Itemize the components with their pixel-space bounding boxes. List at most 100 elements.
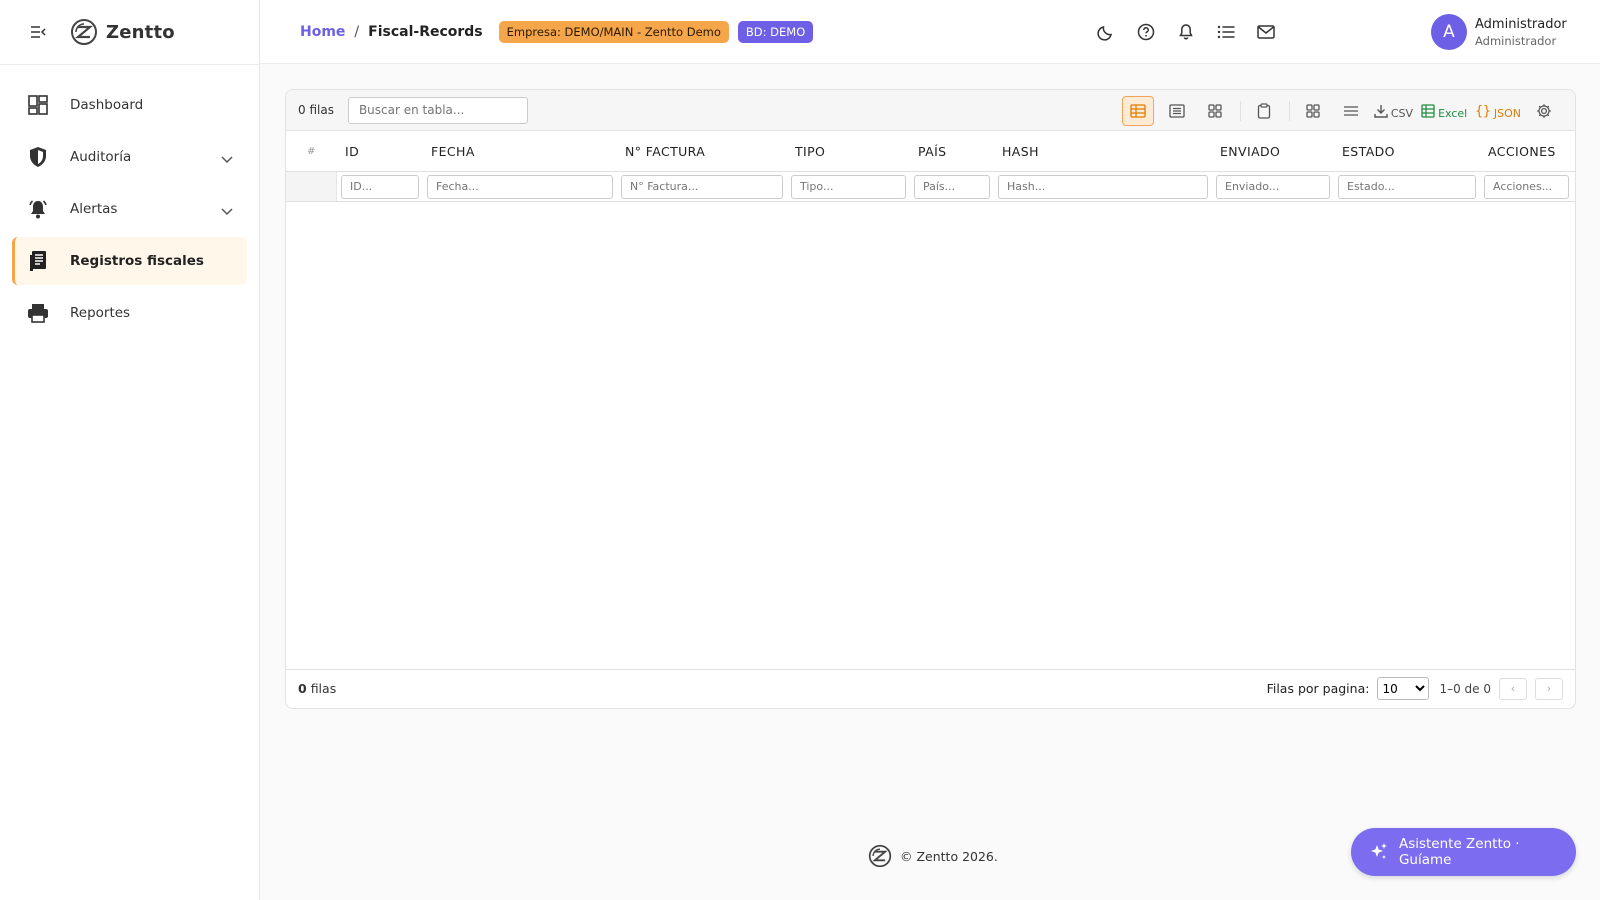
sidebar-item-label: Alertas bbox=[70, 201, 118, 217]
printer-icon bbox=[26, 301, 50, 325]
footer-rows-count: 0 filas bbox=[298, 681, 336, 696]
excel-label: Excel bbox=[1438, 106, 1468, 120]
column-header-tipo[interactable]: TIPO bbox=[787, 144, 910, 159]
sidebar-item-dashboard[interactable]: Dashboard bbox=[12, 81, 247, 129]
filter-id-input[interactable] bbox=[341, 174, 419, 199]
export-excel-button[interactable]: Excel bbox=[1421, 96, 1467, 126]
next-page-button[interactable]: › bbox=[1535, 677, 1563, 700]
column-header-acciones[interactable]: ACCIONES bbox=[1480, 144, 1575, 159]
footer-count-suffix: filas bbox=[310, 681, 337, 696]
grid-toolbar: 0 filas CSV bbox=[286, 90, 1575, 131]
previous-page-button[interactable]: ‹ bbox=[1499, 677, 1527, 700]
column-header-hash[interactable]: HASH bbox=[994, 144, 1212, 159]
zentto-logo-icon bbox=[868, 844, 892, 868]
clipboard-icon bbox=[1257, 103, 1271, 119]
card-view-button[interactable] bbox=[1200, 96, 1230, 126]
toolbar-divider bbox=[1288, 101, 1290, 121]
sidebar-item-label: Auditoría bbox=[70, 149, 132, 165]
json-label: JSON bbox=[1493, 106, 1521, 120]
search-input[interactable] bbox=[347, 96, 528, 124]
copyright-text: © Zentto 2026. bbox=[900, 848, 998, 864]
density-button[interactable] bbox=[1336, 96, 1366, 126]
spreadsheet-icon bbox=[1421, 104, 1435, 118]
help-icon[interactable] bbox=[1134, 20, 1158, 44]
filter-acciones-input[interactable] bbox=[1484, 174, 1569, 199]
top-header: Home / Fiscal-Records Empresa: DEMO/MAIN… bbox=[260, 0, 1600, 64]
download-icon bbox=[1374, 105, 1388, 118]
user-menu[interactable]: A Administrador Administrador bbox=[1431, 14, 1567, 50]
sidebar-item-alertas[interactable]: Alertas bbox=[12, 185, 247, 233]
sidebar-header: Zentto bbox=[0, 0, 259, 65]
breadcrumb-current: Fiscal-Records bbox=[368, 23, 483, 40]
filter-row-spacer bbox=[286, 172, 337, 201]
footer-count: 0 bbox=[298, 681, 307, 696]
row-number-header: # bbox=[307, 145, 316, 157]
toolbar-divider bbox=[1239, 101, 1241, 121]
filter-pais-input[interactable] bbox=[914, 174, 990, 199]
chevron-down-icon bbox=[221, 201, 233, 220]
rows-per-page-select[interactable]: 10 bbox=[1377, 677, 1430, 700]
csv-label: CSV bbox=[1390, 106, 1414, 120]
sidebar-item-label: Reportes bbox=[70, 305, 131, 321]
assistant-button[interactable]: Asistente Zentto · Guíame bbox=[1351, 828, 1576, 876]
export-csv-button[interactable]: CSV bbox=[1374, 96, 1413, 126]
list-view-button[interactable] bbox=[1162, 96, 1192, 126]
company-badge[interactable]: Empresa: DEMO/MAIN - Zentto Demo bbox=[498, 20, 729, 43]
copy-button[interactable] bbox=[1249, 96, 1279, 126]
receipt-icon bbox=[26, 249, 50, 273]
table-view-icon bbox=[1130, 104, 1146, 118]
app-logo[interactable]: Zentto bbox=[70, 18, 175, 46]
moon-icon[interactable] bbox=[1094, 20, 1118, 44]
filter-estado-input[interactable] bbox=[1338, 174, 1476, 199]
user-role: Administrador bbox=[1475, 33, 1557, 48]
rows-count: 0 filas bbox=[298, 103, 334, 117]
zentto-logo-icon bbox=[71, 19, 97, 45]
export-json-button[interactable]: {} JSON bbox=[1475, 96, 1521, 126]
sidebar-item-label: Registros fiscales bbox=[70, 253, 204, 269]
shield-icon bbox=[26, 145, 50, 169]
sparkles-icon bbox=[1370, 843, 1387, 859]
menu-collapse-icon[interactable] bbox=[28, 22, 48, 42]
column-header-estado[interactable]: ESTADO bbox=[1334, 144, 1480, 159]
app-name: Zentto bbox=[106, 21, 175, 43]
sidebar-nav: Dashboard Auditoría Alertas Registros fi… bbox=[0, 65, 259, 337]
filter-tipo-input[interactable] bbox=[791, 174, 906, 199]
breadcrumb-separator: / bbox=[354, 23, 360, 40]
columns-grid-icon bbox=[1306, 104, 1320, 118]
list-icon[interactable] bbox=[1214, 20, 1238, 44]
grid-view-icon bbox=[1208, 104, 1222, 118]
sidebar-item-registros-fiscales[interactable]: Registros fiscales bbox=[12, 237, 247, 285]
assistant-label: Asistente Zentto · Guíame bbox=[1398, 836, 1520, 868]
toolbar-actions: CSV Excel {} JSON bbox=[1114, 96, 1559, 126]
column-header-factura[interactable]: N° FACTURA bbox=[617, 144, 787, 159]
chevron-down-icon bbox=[221, 149, 233, 168]
column-header-enviado[interactable]: ENVIADO bbox=[1212, 144, 1334, 159]
mail-icon[interactable] bbox=[1254, 20, 1278, 44]
filter-fecha-input[interactable] bbox=[427, 174, 613, 199]
density-icon bbox=[1343, 106, 1358, 116]
page-footer: © Zentto 2026. bbox=[868, 844, 998, 868]
braces-icon: {} bbox=[1475, 103, 1491, 119]
breadcrumb-home[interactable]: Home bbox=[300, 24, 345, 40]
sidebar-item-reportes[interactable]: Reportes bbox=[12, 289, 247, 337]
avatar[interactable]: A bbox=[1431, 14, 1467, 50]
column-header-fecha[interactable]: FECHA bbox=[423, 144, 617, 159]
bell-icon[interactable] bbox=[1174, 20, 1198, 44]
column-headers: # ID FECHA N° FACTURA TIPO PAÍS HASH ENV… bbox=[286, 131, 1575, 172]
filter-hash-input[interactable] bbox=[998, 174, 1208, 199]
gear-icon bbox=[1537, 104, 1551, 118]
filter-enviado-input[interactable] bbox=[1216, 174, 1330, 199]
column-header-pais[interactable]: PAÍS bbox=[910, 144, 994, 159]
list-view-icon bbox=[1169, 104, 1185, 118]
sidebar-item-auditoria[interactable]: Auditoría bbox=[12, 133, 247, 181]
table-view-button[interactable] bbox=[1121, 96, 1154, 126]
column-header-id[interactable]: ID bbox=[337, 144, 423, 159]
grid-settings-button[interactable] bbox=[1529, 96, 1559, 126]
group-columns-button[interactable] bbox=[1298, 96, 1328, 126]
database-badge[interactable]: BD: DEMO bbox=[737, 20, 814, 43]
filter-factura-input[interactable] bbox=[621, 174, 783, 199]
pagination-range: 1–0 de 0 bbox=[1439, 681, 1491, 696]
rows-per-page-label: Filas por pagina: bbox=[1266, 681, 1370, 696]
sidebar: Zentto Dashboard Auditoría Alertas Regis… bbox=[0, 0, 260, 900]
user-info: Administrador Administrador bbox=[1475, 17, 1567, 48]
